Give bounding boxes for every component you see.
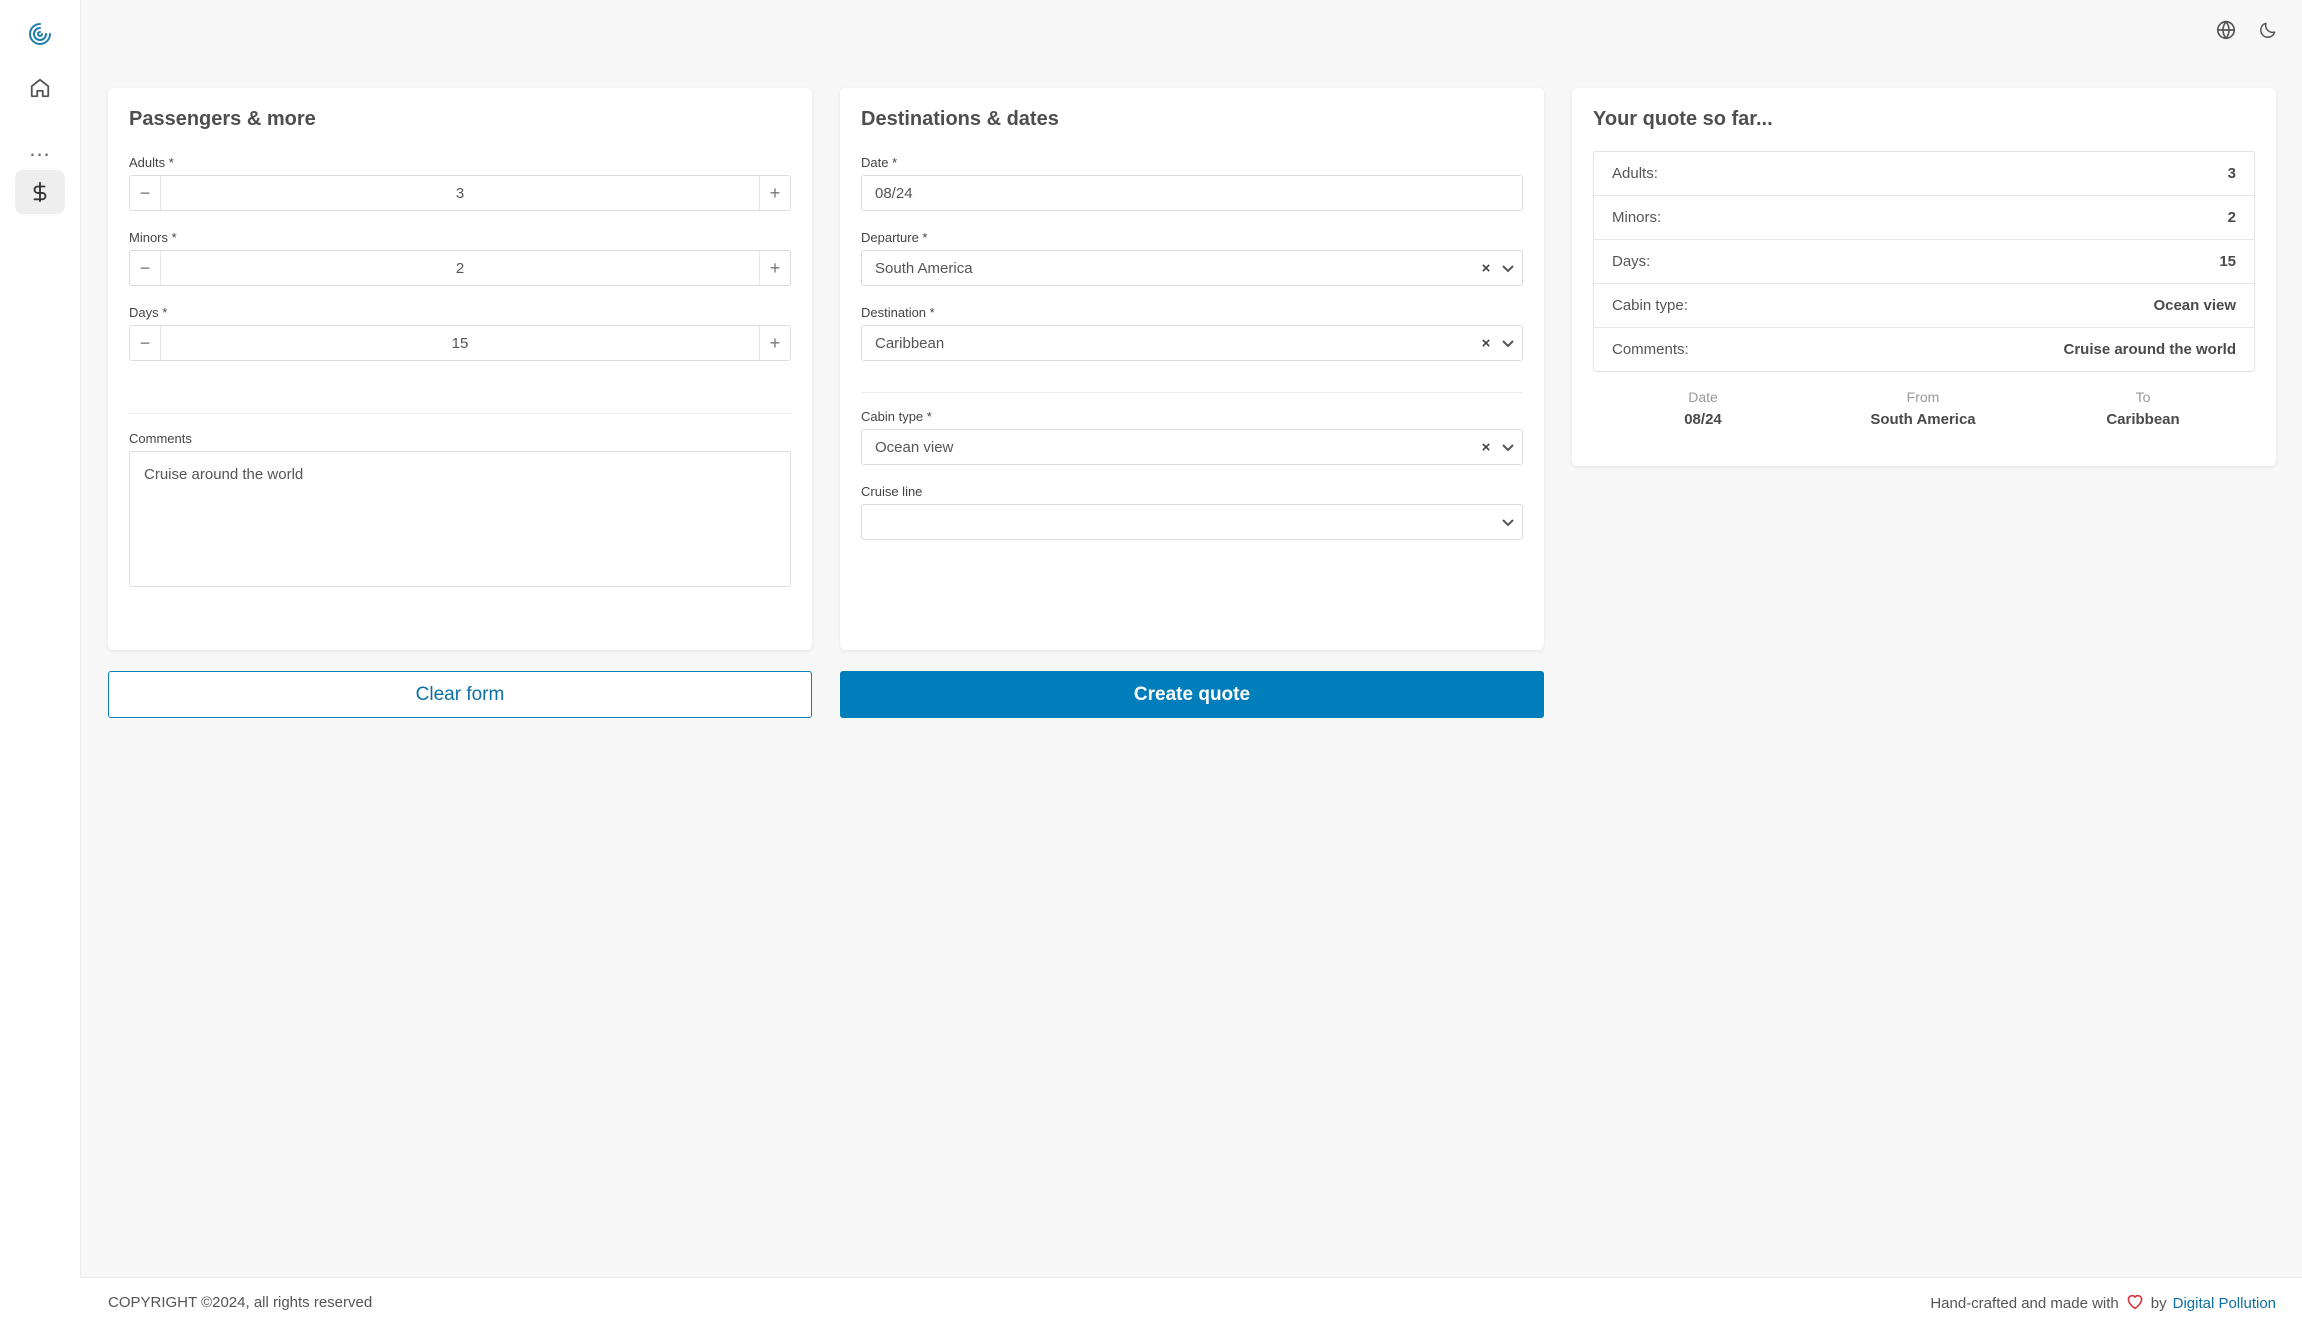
quote-title: Your quote so far... — [1593, 108, 1773, 130]
date-input[interactable]: 08/24 — [861, 175, 1523, 211]
quote-value: 2 — [2227, 209, 2236, 226]
clear-form-button[interactable]: Clear form — [108, 671, 812, 718]
footer-credits: Hand-crafted and made with by Digital Po… — [1930, 1292, 2276, 1314]
quote-card: Your quote so far... Adults: 3 Minors: 2… — [1572, 88, 2276, 466]
company-link[interactable]: Digital Pollution — [2173, 1295, 2276, 1312]
departure-select[interactable]: South America × — [861, 250, 1523, 286]
quote-key: Comments: — [1612, 341, 1689, 358]
summary-from: From South America — [1813, 389, 2033, 428]
adults-stepper: − 3 + — [129, 175, 791, 211]
more-icon[interactable]: ... — [15, 128, 65, 170]
quote-row-adults: Adults: 3 — [1594, 152, 2254, 196]
clear-icon[interactable]: × — [1478, 439, 1494, 456]
moon-icon[interactable] — [2254, 16, 2282, 44]
destinations-card: Destinations & dates Date * 08/24 Depart… — [840, 88, 1544, 650]
quote-key: Minors: — [1612, 209, 1662, 226]
days-value[interactable]: 15 — [161, 335, 759, 352]
destination-label: Destination * — [861, 305, 935, 320]
quote-key: Days: — [1612, 253, 1651, 270]
quote-value: Cruise around the world — [2063, 341, 2236, 358]
globe-icon[interactable] — [2212, 16, 2240, 44]
passengers-card: Passengers & more Adults * − 3 + Minors … — [108, 88, 812, 650]
minus-icon[interactable]: − — [130, 176, 161, 210]
quote-key: Cabin type: — [1612, 297, 1688, 314]
plus-icon[interactable]: + — [759, 176, 790, 210]
divider — [861, 392, 1523, 393]
date-value: 08/24 — [875, 184, 913, 202]
divider — [129, 413, 791, 414]
clear-icon[interactable]: × — [1478, 335, 1494, 352]
days-label: Days * — [129, 305, 168, 320]
comments-textarea[interactable]: Cruise around the world — [129, 451, 791, 587]
topbar-actions — [2212, 16, 2282, 44]
quote-row-days: Days: 15 — [1594, 240, 2254, 284]
summary-to-label: To — [2135, 389, 2151, 405]
copyright-text: COPYRIGHT ©2024, all rights reserved — [108, 1294, 373, 1311]
quote-value: Ocean view — [2153, 297, 2236, 314]
summary-from-label: From — [1906, 389, 1940, 405]
chevron-down-icon[interactable] — [1494, 260, 1522, 276]
adults-label: Adults * — [129, 155, 174, 170]
quote-table: Adults: 3 Minors: 2 Days: 15 Cabin type:… — [1593, 151, 2255, 372]
cabin-value: Ocean view — [875, 438, 954, 456]
days-stepper: − 15 + — [129, 325, 791, 361]
plus-icon[interactable]: + — [759, 251, 790, 285]
minors-label: Minors * — [129, 230, 177, 245]
minors-value[interactable]: 2 — [161, 260, 759, 277]
quote-row-comments: Comments: Cruise around the world — [1594, 328, 2254, 371]
quote-row-minors: Minors: 2 — [1594, 196, 2254, 240]
footer: COPYRIGHT ©2024, all rights reserved Han… — [80, 1277, 2302, 1324]
minus-icon[interactable]: − — [130, 251, 161, 285]
departure-label: Departure * — [861, 230, 928, 245]
summary-from-value: South America — [1870, 411, 1976, 428]
chevron-down-icon[interactable] — [1494, 514, 1522, 530]
quote-key: Adults: — [1612, 165, 1658, 182]
destinations-title: Destinations & dates — [861, 108, 1059, 130]
quote-value: 3 — [2227, 165, 2236, 182]
logo-icon[interactable] — [15, 12, 65, 56]
minus-icon[interactable]: − — [130, 326, 161, 360]
plus-icon[interactable]: + — [759, 326, 790, 360]
heart-icon — [2125, 1292, 2145, 1314]
home-icon[interactable] — [15, 66, 65, 110]
by-text: by — [2150, 1294, 2167, 1312]
summary-date-value: 08/24 — [1684, 411, 1722, 428]
clear-icon[interactable]: × — [1478, 260, 1494, 277]
passengers-title: Passengers & more — [129, 108, 316, 130]
quote-summary: Date 08/24 From South America To Caribbe… — [1593, 389, 2255, 428]
cruise-line-select[interactable] — [861, 504, 1523, 540]
comments-label: Comments — [129, 431, 192, 446]
cabin-label: Cabin type * — [861, 409, 932, 424]
cabin-select[interactable]: Ocean view × — [861, 429, 1523, 465]
cruise-line-label: Cruise line — [861, 484, 923, 499]
summary-date: Date 08/24 — [1593, 389, 1813, 428]
summary-date-label: Date — [1688, 389, 1718, 405]
date-label: Date * — [861, 155, 898, 170]
crafted-text: Hand-crafted and made with — [1930, 1294, 2119, 1312]
chevron-down-icon[interactable] — [1494, 335, 1522, 351]
minors-stepper: − 2 + — [129, 250, 791, 286]
destination-value: Caribbean — [875, 334, 945, 352]
summary-to-value: Caribbean — [2106, 411, 2180, 428]
create-quote-button[interactable]: Create quote — [840, 671, 1544, 718]
quote-row-cabin: Cabin type: Ocean view — [1594, 284, 2254, 328]
sidebar: ... — [0, 0, 81, 1324]
dollar-icon[interactable] — [15, 170, 65, 214]
quote-value: 15 — [2219, 253, 2236, 270]
departure-value: South America — [875, 259, 973, 277]
chevron-down-icon[interactable] — [1494, 439, 1522, 455]
summary-to: To Caribbean — [2033, 389, 2253, 428]
adults-value[interactable]: 3 — [161, 185, 759, 202]
destination-select[interactable]: Caribbean × — [861, 325, 1523, 361]
